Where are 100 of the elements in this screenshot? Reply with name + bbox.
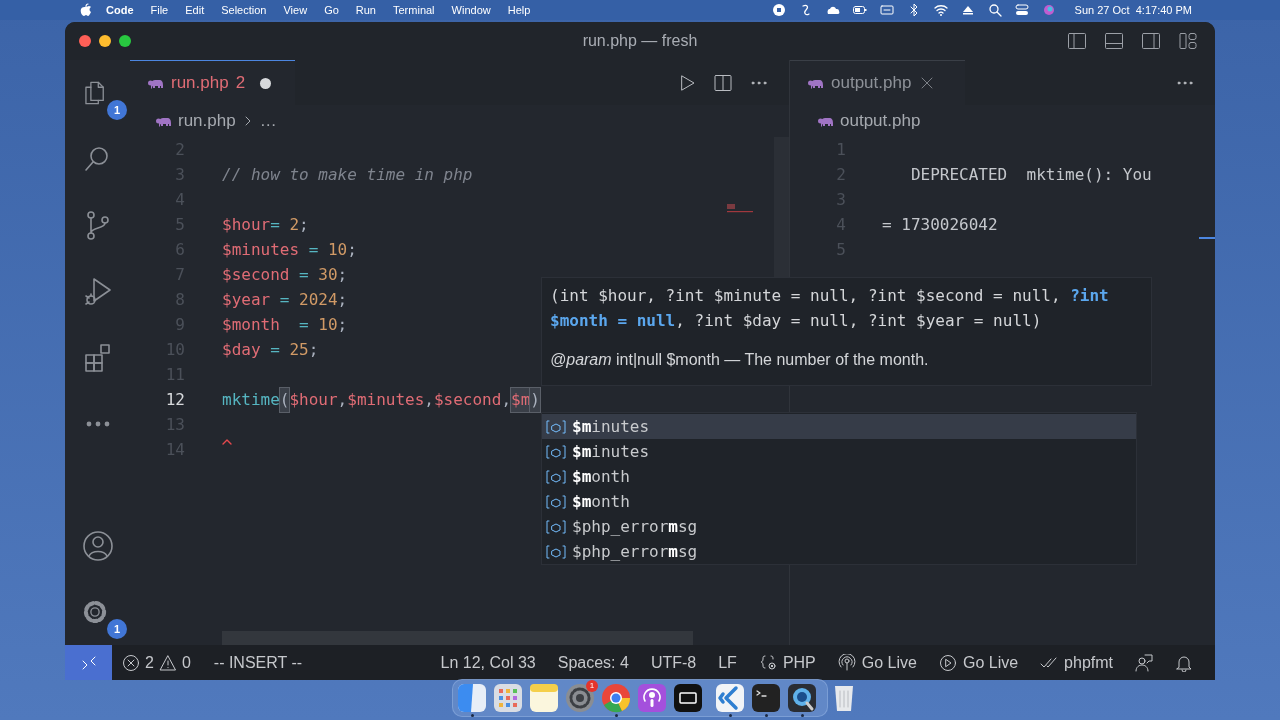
code-token: mktime [222, 388, 280, 411]
code-token: 10 [327, 238, 348, 261]
toggle-sidebar-icon[interactable] [1067, 31, 1087, 51]
code-token: 10 [318, 313, 338, 336]
feedback-icon[interactable] [1135, 653, 1153, 672]
minimap-drawing [727, 201, 755, 215]
notification-badge: 1 [586, 680, 598, 692]
broadcast-icon [837, 653, 856, 672]
status-item[interactable]: Go Live [938, 650, 1019, 675]
minimize-window-button[interactable] [99, 35, 111, 47]
wifi-icon [933, 3, 948, 17]
toggle-panel-icon[interactable] [1104, 31, 1124, 51]
menu-item[interactable]: Window [451, 1, 491, 19]
breadcrumb-item[interactable]: … [259, 108, 277, 134]
problems-indicator[interactable]: 2 0 [122, 650, 191, 675]
code-token: ; [347, 238, 357, 261]
code-token: $year [222, 288, 271, 311]
account-icon[interactable] [80, 529, 115, 563]
variable-icon [546, 544, 566, 559]
menu-item[interactable]: Help [507, 1, 531, 19]
code-token: 30 [318, 263, 338, 286]
scroll-marker [1199, 237, 1215, 239]
orb-icon [1041, 3, 1056, 17]
menu-item[interactable]: Edit [185, 1, 205, 19]
code-token: ; [337, 288, 348, 311]
menu-clock[interactable]: Sun 27 Oct 4:17:40 PM [1074, 1, 1192, 19]
error-icon [122, 653, 140, 672]
grid-icon[interactable] [493, 683, 523, 713]
code-token: $hour [222, 213, 271, 236]
ring-icon[interactable] [601, 683, 631, 713]
error-count: 2 [145, 652, 154, 673]
microphone-icon[interactable] [637, 683, 667, 713]
editor-mode: -- INSERT -- [213, 652, 303, 673]
variable-icon [546, 494, 566, 509]
code-token: , [424, 388, 434, 411]
close-icon[interactable] [920, 76, 935, 90]
suggestion-item[interactable]: $minutes [542, 414, 1136, 439]
horizontal-scrollbar[interactable] [222, 631, 693, 645]
variable-icon [546, 444, 566, 459]
customize-layout-icon[interactable] [1178, 31, 1198, 51]
split-editor-icon[interactable] [713, 72, 733, 93]
code-token: , [337, 388, 348, 411]
code-token: = [298, 263, 310, 286]
status-item[interactable]: Spaces: 4 [557, 650, 629, 675]
menu-item[interactable]: Run [355, 1, 376, 19]
terminal-icon[interactable] [751, 683, 781, 713]
code-token: ) [530, 387, 540, 412]
status-item[interactable]: Ln 12, Col 33 [440, 650, 536, 675]
code-token: , [501, 388, 512, 411]
code-token: $day [222, 338, 261, 361]
code-token: = [298, 313, 310, 336]
code-token: ( [279, 387, 290, 412]
menu-item[interactable]: View [283, 1, 308, 19]
code-token: ; [308, 338, 319, 361]
code-token: ; [337, 263, 348, 286]
chevron-app-icon[interactable] [715, 683, 745, 713]
zoom-window-button[interactable] [119, 35, 131, 47]
menu-item[interactable]: Selection [221, 1, 267, 19]
code-token: // how to make time in php [222, 163, 473, 186]
status-item[interactable]: Go Live [837, 650, 917, 675]
breadcrumb-item[interactable]: run.php [178, 108, 236, 134]
chevron-right-icon [243, 115, 252, 127]
parameter-doc: @param int|null $month — The number of the month. [550, 350, 930, 370]
search-icon [987, 3, 1002, 17]
code-token: = [307, 238, 320, 261]
split-square-icon[interactable] [457, 683, 487, 713]
code-token: $second [433, 388, 502, 411]
code-token: ; [299, 213, 309, 236]
status-item[interactable]: PHP [758, 650, 816, 675]
warning-count: 0 [181, 652, 191, 673]
code-token: ; [337, 313, 348, 336]
menu-item[interactable]: Go [324, 1, 339, 19]
tv-icon[interactable] [673, 683, 703, 713]
play-circle-icon [938, 653, 957, 672]
breadcrumb-item[interactable]: output.php [840, 108, 921, 134]
status-item[interactable]: phpfmt [1040, 650, 1113, 675]
menu-item[interactable]: Terminal [393, 1, 435, 19]
code-token: $minutes [222, 238, 300, 261]
toggle-secondary-sidebar-icon[interactable] [1141, 31, 1161, 51]
gear-icon[interactable] [565, 683, 595, 713]
variable-icon [546, 419, 566, 434]
display-icon [879, 3, 894, 17]
code-token: = [270, 213, 281, 236]
code-token: 25 [289, 338, 309, 361]
notifications-icon[interactable] [1175, 653, 1193, 672]
status-item[interactable]: UTF-8 [650, 650, 697, 675]
magnifier-app-icon[interactable] [787, 683, 817, 713]
tab-label: output.php [831, 72, 912, 95]
code-token: 2 [289, 213, 300, 236]
code-token: = 1730026042 [882, 213, 998, 236]
code-token: = [278, 288, 291, 311]
apple-icon [80, 3, 92, 17]
menu-item[interactable]: File [150, 1, 169, 19]
status-item[interactable]: LF [718, 650, 737, 675]
variable-icon [546, 469, 566, 484]
menu-app-name[interactable]: Code [106, 1, 134, 19]
notepad-icon[interactable] [529, 683, 559, 713]
code-token: $month [222, 313, 280, 336]
close-window-button[interactable] [79, 35, 91, 47]
window-title: run.php — fresh [582, 31, 698, 51]
